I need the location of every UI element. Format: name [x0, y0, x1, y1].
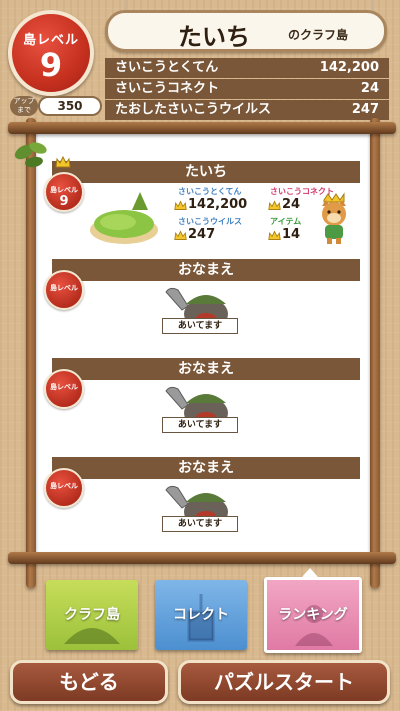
cat-avatar-icon — [322, 192, 346, 244]
row-2-name-bar: おなまえ — [52, 259, 360, 281]
back-button[interactable]: もどる — [10, 660, 168, 704]
puzzle-start-button[interactable]: パズルスタート — [178, 660, 390, 704]
row-1-item: 14 — [282, 227, 301, 242]
row-2-level-badge: 島レベル — [44, 270, 84, 310]
stat-best-score: さいこうとくてん 142,200 — [105, 58, 389, 78]
island-icon — [90, 192, 158, 244]
player-name: たいち — [178, 23, 250, 51]
crown-icon — [268, 200, 281, 210]
stat-best-virus: たおしたさいこうウイルス 247 — [105, 100, 389, 120]
row-2-vacant-slot[interactable]: あいてます — [160, 284, 244, 340]
selected-tab-pointer — [302, 568, 318, 577]
island-level-badge: 島レベル 9 — [8, 10, 94, 96]
row-1-virus-label: さいこうウイルス — [178, 217, 242, 226]
row-1-item-label: アイテム — [270, 217, 302, 226]
row-3-vacant-slot[interactable]: あいてます — [160, 383, 244, 439]
row-3-level-badge: 島レベル — [44, 369, 84, 409]
menu-island-tab[interactable]: クラフ島 — [46, 580, 138, 650]
row-4-level-badge: 島レベル — [44, 468, 84, 508]
level-up-label: アップ まで — [10, 96, 38, 116]
row-1-score-label: さいこうとくてん — [178, 187, 242, 196]
row-1-name-bar: たいち — [52, 161, 360, 183]
level-up-remaining: 350 — [38, 96, 102, 116]
right-pole — [370, 118, 380, 588]
row-3-name-bar: おなまえ — [52, 358, 360, 380]
stat-best-connect: さいこうコネクト 24 — [105, 79, 389, 99]
menu-ranking-tab[interactable]: ランキング — [264, 577, 362, 653]
row-4-vacant-slot[interactable]: あいてます — [160, 482, 244, 538]
island-level-value: 9 — [39, 46, 63, 84]
leaf-icon — [14, 142, 47, 168]
row-1-connect: 24 — [282, 197, 301, 212]
crown-icon — [55, 156, 71, 168]
player-nameplate: たいち のクラフ島 — [105, 10, 387, 52]
bottom-beam — [8, 552, 396, 564]
row-1-score: 142,200 — [188, 197, 248, 212]
row-1-virus: 247 — [188, 227, 216, 242]
menu-collect-tab[interactable]: コレクト — [155, 580, 247, 650]
row-4-name-bar: おなまえ — [52, 457, 360, 479]
crown-icon — [174, 200, 187, 210]
row-1-level-badge: 島レベル 9 — [44, 172, 84, 212]
crown-icon — [174, 230, 187, 240]
left-pole — [26, 118, 36, 588]
crown-icon — [268, 230, 281, 240]
island-suffix: のクラフ島 — [288, 28, 349, 42]
top-beam — [8, 122, 396, 134]
